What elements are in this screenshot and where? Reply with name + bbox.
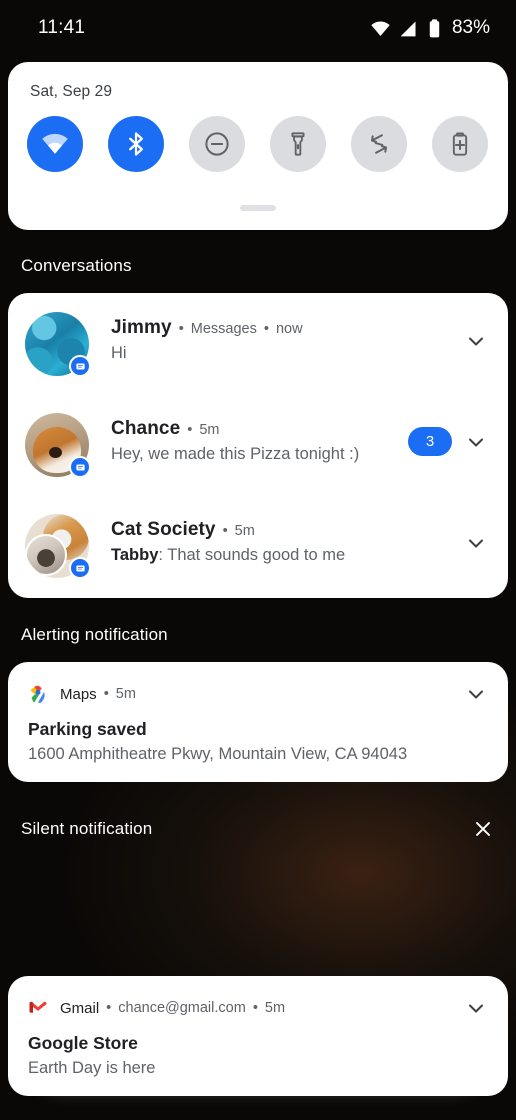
conversation-name: Chance: [111, 418, 181, 439]
status-bar: 11:41 83%: [0, 0, 516, 56]
messages-badge-icon: [69, 557, 91, 579]
messages-badge-icon: [69, 456, 91, 478]
maps-pin-icon: [30, 685, 45, 703]
status-bar-icons: 83%: [370, 17, 490, 39]
notification-body: Earth Day is here: [28, 1059, 156, 1077]
bluetooth-tile[interactable]: [108, 116, 164, 172]
conversation-name: Cat Society: [111, 519, 216, 540]
conversation-message: Hi: [111, 344, 127, 362]
do-not-disturb-tile[interactable]: [189, 116, 245, 172]
alerting-notification-card[interactable]: Maps • 5m Parking saved 1600 Amphitheatr…: [8, 662, 508, 782]
conversations-card: Jimmy • Messages • now Hi Chance • 5m He…: [8, 293, 508, 598]
separator-dot: •: [187, 422, 193, 438]
conversation-time: 5m: [234, 523, 255, 539]
cell-signal-icon: [400, 21, 416, 36]
message-sender: Tabby: [111, 546, 159, 564]
battery-icon: [429, 18, 440, 37]
conversations-label: Conversations: [21, 256, 132, 275]
conversation-name: Jimmy: [111, 317, 172, 338]
clear-all-button[interactable]: Clear all: [423, 1010, 494, 1032]
conversation-time: now: [275, 321, 303, 337]
do-not-disturb-icon: [205, 132, 229, 156]
section-header-alerting: Alerting notification: [0, 623, 516, 647]
avatar: [25, 413, 91, 478]
separator-dot: •: [178, 321, 184, 337]
conversation-time: 5m: [199, 422, 220, 438]
quick-settings-tiles: [27, 116, 488, 172]
conversation-text: Cat Society • 5m Tabby: That sounds good…: [111, 519, 448, 565]
battery-saver-tile[interactable]: [432, 116, 488, 172]
quick-settings-drag-handle[interactable]: [240, 205, 276, 211]
conversation-app: Messages: [190, 321, 257, 337]
conversation-row-cat-society[interactable]: Cat Society • 5m Tabby: That sounds good…: [8, 495, 508, 596]
conversation-text: Jimmy • Messages • now Hi: [111, 317, 448, 363]
alerting-label: Alerting notification: [21, 625, 168, 644]
notification-title: Parking saved: [28, 719, 147, 739]
wifi-icon: [371, 21, 390, 36]
notification-app-name: Maps: [60, 685, 97, 703]
separator-dot: •: [222, 523, 228, 539]
chevron-down-icon[interactable]: [464, 430, 488, 454]
silent-label: Silent notification: [21, 819, 153, 838]
notification-time: 5m: [115, 686, 136, 702]
chevron-down-icon[interactable]: [464, 329, 488, 353]
status-bar-clock: 11:41: [38, 17, 86, 38]
cat-photo-secondary: [25, 534, 67, 576]
section-header-conversations: Conversations: [0, 254, 516, 278]
conversation-text: Chance • 5m Hey, we made this Pizza toni…: [111, 418, 448, 464]
avatar: [25, 514, 91, 579]
messages-badge-icon: [69, 355, 91, 377]
avatar: [25, 312, 91, 377]
conversation-row-chance[interactable]: Chance • 5m Hey, we made this Pizza toni…: [8, 394, 508, 495]
separator-dot: •: [263, 321, 269, 337]
wifi-icon: [42, 133, 68, 154]
conversation-row-jimmy[interactable]: Jimmy • Messages • now Hi: [8, 293, 508, 394]
shade-footer: Manage Clear all: [0, 1000, 516, 1042]
close-icon[interactable]: [472, 818, 494, 840]
section-header-silent: Silent notification: [0, 817, 516, 841]
notification-body: 1600 Amphitheatre Pkwy, Mountain View, C…: [28, 745, 408, 763]
auto-rotate-tile[interactable]: [351, 116, 407, 172]
battery-percent-label: 83%: [451, 17, 490, 38]
notification-shade: 11:41 83% Sat, Sep 29 Conversations Jimm…: [0, 0, 516, 1120]
conversation-message: Hey, we made this Pizza tonight :): [111, 445, 360, 463]
unread-count-badge: 3: [408, 427, 452, 456]
conversation-message: Tabby: That sounds good to me: [111, 546, 448, 565]
flashlight-tile[interactable]: [270, 116, 326, 172]
quick-settings-panel: Sat, Sep 29: [8, 62, 508, 230]
message-colon: :: [158, 546, 168, 564]
wifi-tile[interactable]: [27, 116, 83, 172]
manage-button[interactable]: Manage: [21, 1010, 91, 1032]
bluetooth-icon: [129, 132, 143, 156]
auto-rotate-icon: [371, 134, 387, 154]
chevron-down-icon[interactable]: [464, 682, 488, 706]
flashlight-icon: [291, 132, 305, 156]
message-text: That sounds good to me: [167, 546, 346, 564]
chevron-down-icon[interactable]: [464, 531, 488, 555]
quick-settings-date: Sat, Sep 29: [30, 83, 113, 100]
battery-saver-icon: [452, 132, 468, 156]
separator-dot: •: [103, 686, 109, 702]
notification-header: Maps • 5m: [28, 684, 136, 704]
